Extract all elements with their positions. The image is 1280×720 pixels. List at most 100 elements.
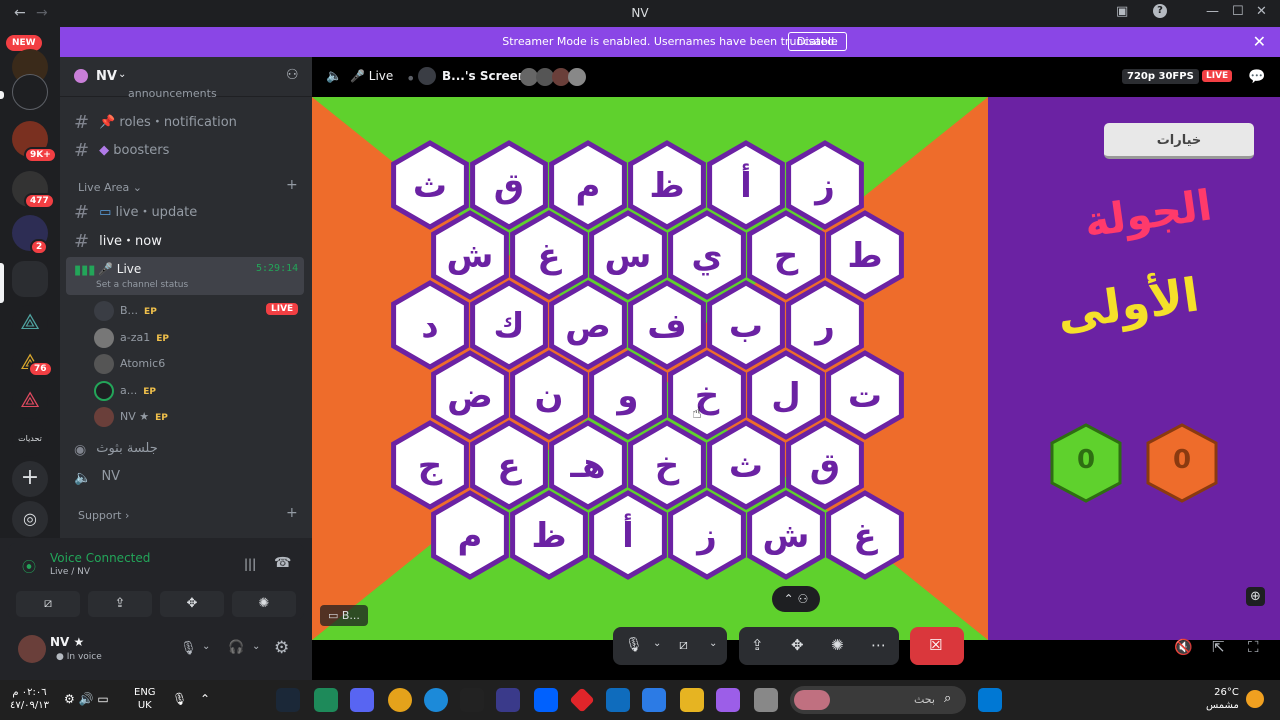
chevron-down-icon[interactable]: ⌄ [653,638,661,649]
chevron-down-icon[interactable]: ⌄ [709,638,717,649]
server-icon[interactable]: تحديات [12,421,48,457]
discord-icon[interactable] [350,688,374,712]
channel-announcements[interactable]: announcements [128,87,217,99]
channel-live-now[interactable]: # live・now [74,230,162,254]
hash-icon: # [74,140,90,161]
edge-icon[interactable] [424,688,448,712]
search-box[interactable]: بحث ⌕ [790,686,966,714]
new-badge[interactable]: NEW [6,35,42,51]
channel-label: live・update [115,205,198,220]
category-support[interactable]: Support › [78,509,129,522]
dropbox-icon[interactable] [534,688,558,712]
letter-board: ث ق م ظ أ زش غ س ي ح طد ك ص ف ب رض ن و خ ل تج ع هـ خ ث قم ظ أ ز ش غ [312,97,988,640]
disconnect-icon[interactable]: ☎ [274,555,291,571]
hex-letter: ش [447,236,494,276]
hex-letter: غ [853,516,878,556]
copilot-icon[interactable] [716,688,740,712]
disable-button[interactable]: Disable [788,32,847,51]
avatar[interactable] [18,635,46,663]
more-icon[interactable]: ⋯ [871,636,886,654]
voice-channel-nv[interactable]: 🔈 NV [74,469,120,493]
stage-channel[interactable]: ◉ جلسة بثوث [74,441,158,465]
channel-boosters[interactable]: # ◆ boosters [74,140,169,164]
camera-off-button[interactable]: ⧄ [16,591,80,617]
activities-button[interactable]: ✥ [160,591,224,617]
language-indicator[interactable]: ENG UK [134,686,156,712]
popout-icon[interactable]: ⇱ [1212,638,1225,656]
channel-roles[interactable]: # 📌 roles・notification [74,111,237,135]
chrome-icon[interactable] [388,688,412,712]
store-icon[interactable] [642,688,666,712]
screen-share-icon[interactable]: ⇪ [751,636,764,654]
stream-video[interactable]: ث ق م ظ أ ز ش غ س ي ح ط د ك ص ف ب ر ض ن و خ ل ت ج ع هـ خ ث ق م ظ أ ز ش غ ☝ … [312,97,988,640]
mic-icon[interactable]: 🎙 [180,641,197,656]
invite-icon[interactable]: ⚇ [286,67,299,83]
gear-icon[interactable]: ⚙ [274,638,289,658]
leave-call-button[interactable]: ☒ [910,627,964,665]
chat-icon[interactable]: 💬 [1248,69,1265,85]
category-live-area[interactable]: Live Area ⌄ [78,181,142,194]
soundboard-icon[interactable]: ✺ [831,636,844,654]
hex-letter: ر [813,306,835,346]
tray-icons[interactable]: ⚙ 🔊 ▭ [64,692,109,706]
mic-icon[interactable]: 🎙 [172,692,187,706]
signal-icon: ⦿ [22,560,36,576]
server-nv[interactable] [12,261,48,297]
voice-user[interactable]: a-za1 EP [94,328,169,348]
chevron-down-icon[interactable]: ⌄ [202,641,210,652]
steam-icon[interactable] [276,688,300,712]
explorer-icon[interactable] [680,688,704,712]
hex-letter: أ [622,513,634,556]
channel-status[interactable]: Set a channel status [96,280,188,290]
voice-user[interactable]: Atomic6 [94,354,165,374]
noise-suppression-icon[interactable]: ||| [244,557,256,571]
activities-icon[interactable]: ✥ [791,636,804,654]
weather[interactable]: 26°C مشمس [1206,686,1239,712]
camera-off-icon[interactable]: ⧄ [679,637,688,653]
chevron-down-icon[interactable]: ⌄ [252,641,260,652]
zoom-icon[interactable]: ⊕ [1246,587,1265,606]
mic-icon[interactable]: 🎙 [625,637,643,653]
screen-share-button[interactable]: ⇪ [88,591,152,617]
fullscreen-icon[interactable]: ⛶ [1248,638,1259,656]
epic-games-icon[interactable] [460,688,484,712]
server-icon[interactable]: ⟁ [12,305,48,341]
clock[interactable]: ٠٢:٠٦ م ٤٧/٠٩/١٣ [10,686,49,712]
search-placeholder: بحث [914,693,935,706]
volume-mute-icon[interactable]: 🔇 [1174,638,1193,656]
inbox-icon[interactable]: ▣ [1116,4,1128,19]
server-icon[interactable]: ⟁ [12,383,48,419]
app-icon[interactable] [314,688,338,712]
add-channel-icon[interactable]: + [286,177,298,193]
minimize-icon[interactable]: — [1206,4,1219,19]
help-icon[interactable]: ? [1153,4,1167,18]
chevron-up-icon[interactable]: ⌃ [200,692,210,706]
soundboard-button[interactable]: ✺ [232,591,296,617]
voice-user[interactable]: B... EP [94,301,157,321]
maximize-icon[interactable]: ☐ [1232,4,1244,19]
voice-location[interactable]: Live / NV [50,567,90,577]
server-folder[interactable] [12,74,48,110]
expand-participants-button[interactable]: ⌃ ⚇ [772,586,820,612]
start-icon[interactable] [978,688,1002,712]
app-icon[interactable] [754,688,778,712]
app-icon[interactable] [496,688,520,712]
app-icon[interactable] [569,687,595,713]
close-icon[interactable]: ✕ [1253,32,1266,51]
voice-user[interactable]: a... EP [94,381,156,401]
speaker-icon: 🔈 [326,69,343,84]
voice-channel-live[interactable]: ▮▮▮ 🎤 Live 5:29:14 Set a channel status [66,257,304,295]
hex-letter: ظ [531,516,566,556]
channel-live-update[interactable]: # ▭ live・update [74,201,197,225]
discover-icon[interactable]: ◎ [12,501,48,537]
voice-user[interactable]: NV ★ EP [94,407,168,427]
add-channel-icon[interactable]: + [286,505,298,521]
add-server-icon[interactable]: + [12,461,48,497]
hex-letter: ن [534,376,563,416]
close-icon[interactable]: ✕ [1256,4,1267,19]
hex-letter: د [421,306,438,346]
avatar [94,381,114,401]
options-button[interactable]: خيارات [1104,123,1254,159]
headphones-icon[interactable]: 🎧 [228,640,244,655]
outlook-icon[interactable] [606,688,630,712]
